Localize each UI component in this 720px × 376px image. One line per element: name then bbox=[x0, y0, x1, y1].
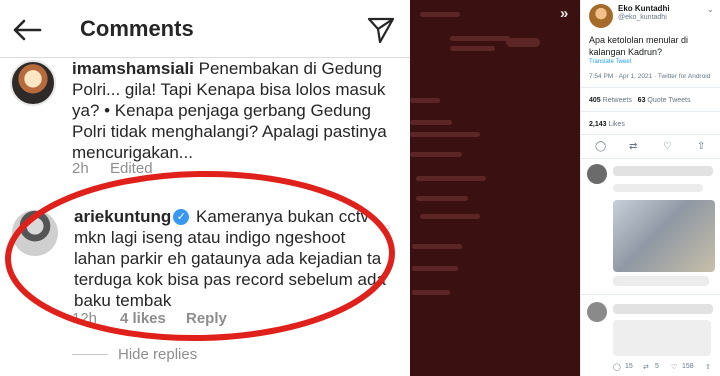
avatar[interactable] bbox=[12, 210, 58, 256]
divider bbox=[581, 158, 720, 159]
send-icon[interactable] bbox=[366, 15, 396, 45]
retweets-count[interactable]: 405 bbox=[589, 97, 601, 104]
divider bbox=[581, 87, 720, 88]
author-handle[interactable]: @eko_kuntadhi bbox=[618, 14, 667, 21]
quotes-count[interactable]: 63 bbox=[638, 97, 646, 104]
divider bbox=[581, 134, 720, 135]
reply-icon[interactable]: ◯ bbox=[595, 141, 606, 152]
avatar[interactable] bbox=[10, 60, 56, 106]
comment-text: ariekuntung ✓ Kameranya bukan cctv mkn la… bbox=[74, 206, 389, 311]
like-count: 158 bbox=[682, 363, 694, 370]
comment-time: 12h bbox=[72, 310, 98, 327]
blurred-reply bbox=[613, 320, 711, 356]
likes-label: Likes bbox=[608, 121, 625, 128]
retweet-count: 5 bbox=[655, 363, 659, 370]
blurred-text bbox=[412, 244, 462, 249]
reply-label: Reply bbox=[186, 310, 227, 327]
comment-time: 2h bbox=[72, 160, 89, 177]
divider bbox=[581, 294, 720, 295]
verified-badge-icon: ✓ bbox=[173, 208, 190, 225]
comments-header: Comments bbox=[0, 0, 410, 58]
blurred-reply bbox=[613, 200, 715, 272]
translate-link[interactable]: Translate Tweet bbox=[589, 59, 631, 65]
retweet-icon[interactable]: ⇄ bbox=[643, 363, 649, 371]
tweet-stats: 405 Retweets 63 Quote Tweets bbox=[589, 97, 691, 104]
comment-text: imamshamsiali Penembakan di Gedung Polri… bbox=[72, 58, 402, 163]
reply-count: 15 bbox=[625, 363, 633, 370]
hide-replies-button[interactable]: Hide replies bbox=[118, 346, 197, 363]
blurred-text bbox=[416, 176, 486, 181]
back-arrow-icon[interactable] bbox=[12, 18, 42, 42]
retweets-label[interactable]: Retweets bbox=[603, 97, 632, 104]
blurred-twitter-sidebar: » bbox=[410, 0, 580, 376]
divider bbox=[581, 111, 720, 112]
instagram-comments-panel: Comments imamshamsiali Penembakan di Ged… bbox=[0, 0, 410, 376]
blurred-text bbox=[420, 12, 460, 17]
blurred-text bbox=[450, 46, 495, 51]
like-icon[interactable]: ♡ bbox=[663, 141, 672, 152]
tweet-panel: Eko Kuntadhi @eko_kuntadhi ⌄ Apa ketolol… bbox=[580, 0, 720, 376]
tweet-text: Apa ketololan menular di kalangan Kadrun… bbox=[589, 35, 689, 57]
chevron-down-icon[interactable]: ⌄ bbox=[707, 5, 714, 14]
comment-username[interactable]: imamshamsiali bbox=[72, 59, 194, 78]
blurred-text bbox=[410, 152, 462, 157]
blurred-reply bbox=[613, 276, 709, 286]
heart-icon[interactable]: ♡ bbox=[378, 222, 391, 239]
blurred-reply bbox=[613, 304, 713, 314]
reply-icon[interactable]: ◯ bbox=[613, 363, 621, 371]
blurred-reply bbox=[613, 166, 713, 176]
blurred-text bbox=[412, 290, 450, 295]
tweet-timestamp[interactable]: 7:54 PM · Apr 1, 2021 · Twitter for Andr… bbox=[589, 73, 710, 80]
like-icon[interactable]: ♡ bbox=[671, 363, 677, 371]
quotes-label[interactable]: Quote Tweets bbox=[647, 97, 690, 104]
page-title: Comments bbox=[80, 16, 194, 41]
blurred-text bbox=[410, 132, 480, 137]
divider bbox=[72, 354, 108, 355]
comment-likes[interactable]: 4 likes bbox=[120, 310, 166, 327]
comment-edited-label: Edited bbox=[110, 160, 153, 177]
comment-username[interactable]: ariekuntung bbox=[74, 207, 171, 226]
author-name[interactable]: Eko Kuntadhi bbox=[618, 4, 670, 13]
reply-button[interactable]: Reply bbox=[186, 310, 227, 327]
blurred-text bbox=[410, 120, 452, 125]
avatar[interactable] bbox=[589, 4, 613, 28]
likes-stat[interactable]: 2,143 Likes bbox=[589, 121, 625, 128]
blurred-text bbox=[450, 36, 510, 41]
expand-icon[interactable]: » bbox=[560, 6, 568, 22]
blurred-reply bbox=[613, 184, 703, 192]
blurred-reply bbox=[587, 302, 607, 322]
likes-count: 4 likes bbox=[120, 310, 166, 327]
blurred-reply bbox=[587, 164, 607, 184]
blurred-text bbox=[410, 98, 440, 103]
retweet-icon[interactable]: ⇄ bbox=[629, 141, 637, 152]
share-icon[interactable]: ⇧ bbox=[697, 141, 705, 152]
share-icon[interactable]: ⇧ bbox=[705, 363, 711, 371]
blurred-text bbox=[420, 214, 480, 219]
likes-count: 2,143 bbox=[589, 121, 607, 128]
blurred-text bbox=[412, 266, 458, 271]
blurred-text bbox=[416, 196, 468, 201]
blurred-button bbox=[506, 38, 540, 47]
